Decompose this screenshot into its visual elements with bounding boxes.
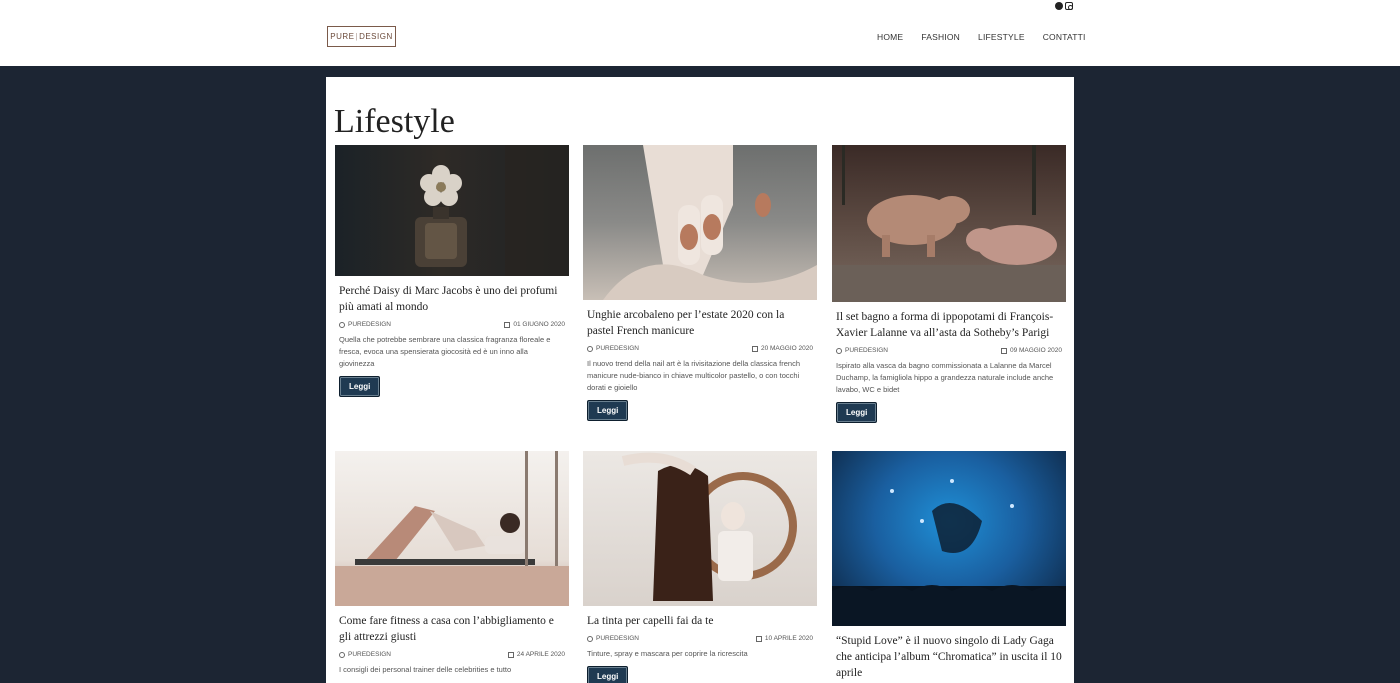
nav-fashion[interactable]: FASHION [921,32,960,42]
post-card: “Stupid Love” è il nuovo singolo di Lady… [832,451,1066,681]
post-image-perfume[interactable] [335,145,569,276]
post-excerpt: Ispirato alla vasca da bagno commissiona… [836,361,1054,394]
user-icon [339,321,345,328]
post-title[interactable]: Perché Daisy di Marc Jacobs è uno dei pr… [339,283,565,315]
post-excerpt: Il nuovo trend della nail art è la rivis… [587,359,801,392]
page-title: Lifestyle [334,103,455,140]
content-area: Lifestyle Perché Daisy di Marc Jacobs è … [326,77,1074,683]
post-date: 10 APRILE 2020 [764,635,813,642]
hair-illustration [621,452,797,601]
post-card: La tinta per capelli fai da te PUREDESIG… [583,451,817,683]
post-date: 24 APRILE 2020 [516,651,565,658]
post-title[interactable]: Il set bagno a forma di ippopotami di Fr… [836,309,1062,341]
post-excerpt: Tinture, spray e mascara per coprire la … [587,649,748,658]
logo-separator: | [355,32,359,41]
post-image-nails[interactable] [583,145,817,300]
post-meta: PUREDESIGN 24 APRILE 2020 [339,651,565,658]
post-card: Perché Daisy di Marc Jacobs è uno dei pr… [335,145,569,397]
post-date: 01 GIUGNO 2020 [513,321,565,328]
facebook-icon[interactable] [1055,2,1063,10]
post-date: 20 MAGGIO 2020 [760,345,813,352]
post-author[interactable]: PUREDESIGN [845,347,888,354]
post-date: 09 MAGGIO 2020 [1009,347,1062,354]
post-image-hair[interactable] [583,451,817,606]
concert-illustration [832,479,1066,626]
post-excerpt: Quella che potrebbe sembrare una classic… [339,335,551,368]
post-meta: PUREDESIGN 20 MAGGIO 2020 [587,345,813,352]
logo-text-left: PURE [330,32,355,41]
fitness-illustration [335,451,569,606]
nails-illustration [603,145,817,300]
calendar-icon [507,651,514,658]
post-card: Il set bagno a forma di ippopotami di Fr… [832,145,1066,423]
hippo-illustration [832,145,1066,302]
post-title[interactable]: Come fare fitness a casa con l’abbigliam… [339,613,565,645]
perfume-illustration [415,145,569,276]
post-image-concert[interactable] [832,451,1066,626]
post-image-fitness[interactable] [335,451,569,606]
post-author[interactable]: PUREDESIGN [348,651,391,658]
read-more-button[interactable]: Leggi [587,666,629,683]
instagram-icon[interactable] [1065,2,1073,10]
post-author[interactable]: PUREDESIGN [348,321,391,328]
calendar-icon [755,635,762,642]
user-icon [587,345,593,352]
post-title[interactable]: La tinta per capelli fai da te [587,613,813,629]
user-icon [339,651,345,658]
post-meta: PUREDESIGN 10 APRILE 2020 [587,635,813,642]
calendar-icon [751,345,758,352]
calendar-icon [1000,347,1007,354]
post-title[interactable]: “Stupid Love” è il nuovo singolo di Lady… [836,633,1062,681]
nav-home[interactable]: HOME [877,32,903,42]
calendar-icon [504,321,511,328]
read-more-button[interactable]: Leggi [836,402,878,423]
nav-contatti[interactable]: CONTATTI [1043,32,1086,42]
post-meta: PUREDESIGN 09 MAGGIO 2020 [836,347,1062,354]
site-logo[interactable]: PURE | DESIGN [327,26,396,47]
post-card: Come fare fitness a casa con l’abbigliam… [335,451,569,676]
site-header: PURE | DESIGN HOME FASHION LIFESTYLE CON… [0,0,1400,66]
main-nav: HOME FASHION LIFESTYLE CONTATTI [877,32,1086,42]
read-more-button[interactable]: Leggi [587,400,629,421]
user-icon [587,635,593,642]
post-card: Unghie arcobaleno per l’estate 2020 con … [583,145,817,421]
post-author[interactable]: PUREDESIGN [596,635,639,642]
nav-lifestyle[interactable]: LIFESTYLE [978,32,1025,42]
post-excerpt: I consigli dei personal trainer delle ce… [339,665,512,674]
post-title[interactable]: Unghie arcobaleno per l’estate 2020 con … [587,307,813,339]
post-meta: PUREDESIGN 01 GIUGNO 2020 [339,321,565,328]
post-author[interactable]: PUREDESIGN [596,345,639,352]
social-links [1055,2,1073,10]
post-image-hippo[interactable] [832,145,1066,302]
read-more-button[interactable]: Leggi [339,376,381,397]
user-icon [836,347,842,354]
logo-text-right: DESIGN [359,32,393,41]
